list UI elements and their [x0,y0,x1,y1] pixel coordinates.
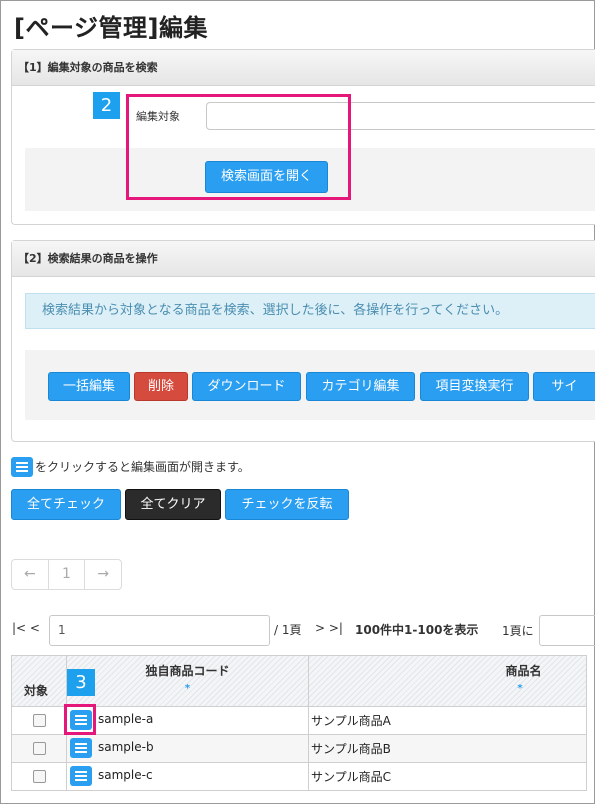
edit-icon[interactable] [70,738,92,758]
bulk-edit-button[interactable]: 一括編集 [48,372,130,401]
step-badge-3: 3 [67,669,95,696]
pager: ← 1 → [11,559,122,590]
table-header: 対象 独自商品コード * 商品名 * [11,655,587,706]
table-row: sample-a サンプル商品A [11,706,587,735]
site-button[interactable]: サイ [533,372,595,401]
table-row: sample-c サンプル商品C [11,763,587,791]
category-edit-button[interactable]: カテゴリ編集 [306,372,415,401]
product-table: 対象 独自商品コード * 商品名 * sample-a サンプル商品A samp… [11,655,587,791]
info-message: 検索結果から対象となる商品を検索、選択した後に、各操作を行ってください。 [25,293,595,329]
first-prev-link[interactable]: |< < [12,621,40,635]
table-row: sample-b サンプル商品B [11,735,587,763]
invert-check-button[interactable]: チェックを反転 [225,489,349,520]
search-panel-header: 【1】編集対象の商品を検索 [12,50,595,86]
row-checkbox[interactable] [33,714,46,727]
hint-text: をクリックすると編集画面が開きます。 [35,460,250,474]
sort-icon: * [517,683,523,694]
page-total: / 1頁 [274,623,302,637]
highlight-frame-3 [64,704,96,735]
goto-page-input[interactable] [539,615,595,646]
check-all-button[interactable]: 全てチェック [11,489,121,520]
product-name: サンプル商品C [311,770,392,784]
header-product-name[interactable]: 商品名 * [309,656,588,706]
row-checkbox[interactable] [33,742,46,755]
step-badge-2: 2 [93,92,120,119]
page-title: [ページ管理]編集 [14,14,208,42]
header-select: 対象 [12,656,67,706]
operate-panel-header: 【2】検索結果の商品を操作 [12,241,595,277]
next-last-link[interactable]: > >| [315,621,343,635]
page-number-input[interactable]: 1 [49,615,270,646]
result-range: 100件中1-100を表示 [355,623,479,637]
pager-prev[interactable]: ← [12,560,48,589]
sort-icon: * [184,683,191,694]
edit-icon[interactable] [70,766,92,786]
product-name: サンプル商品B [311,742,391,756]
row-checkbox[interactable] [33,770,46,783]
clear-all-button[interactable]: 全てクリア [125,489,221,520]
product-code: sample-c [98,768,153,782]
header-product-code[interactable]: 独自商品コード * [67,656,309,706]
pager-current[interactable]: 1 [47,560,85,589]
product-code: sample-a [98,712,154,726]
pager-next[interactable]: → [84,560,121,589]
goto-page-label: 1頁に [502,624,534,638]
highlight-frame-2 [126,94,351,200]
field-convert-button[interactable]: 項目変換実行 [420,372,529,401]
product-code: sample-b [98,740,154,754]
product-name: サンプル商品A [311,714,391,728]
download-button[interactable]: ダウンロード [192,372,301,401]
edit-list-icon [11,457,33,477]
delete-button[interactable]: 削除 [134,372,188,401]
